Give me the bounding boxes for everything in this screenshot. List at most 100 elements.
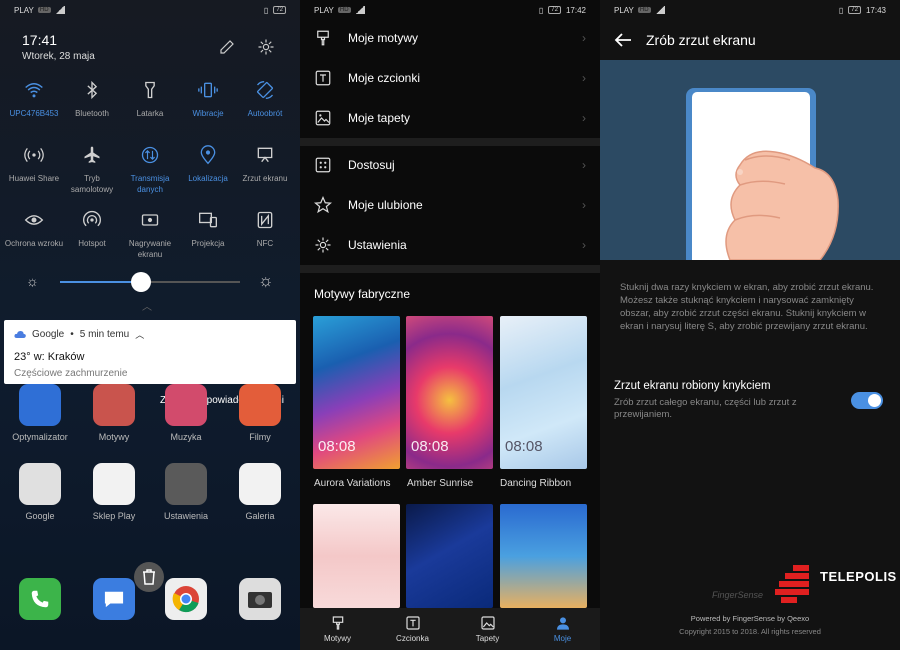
qs-tile[interactable]: Lokalizacja (178, 145, 238, 184)
status-bar: PLAY HD ▯ 72 17:43 (600, 0, 900, 20)
qs-tile[interactable]: Autoobrót (235, 80, 295, 119)
nav-fonts[interactable]: Czcionka (375, 608, 450, 650)
battery-icon: 72 (548, 6, 561, 14)
brightness-slider[interactable] (60, 272, 240, 292)
telepolis-brand: TELEPOLIS (820, 569, 897, 584)
back-arrow-icon[interactable] (614, 32, 632, 48)
qs-tile[interactable]: Latarka (120, 80, 180, 119)
projection-icon (199, 212, 217, 228)
app-shortcut[interactable]: Sklep Play (84, 463, 144, 521)
menu-my-fonts[interactable]: Moje czcionki › (300, 58, 600, 98)
qs-tile-label: Autoobrót (247, 109, 283, 118)
nav-wallpapers[interactable]: Tapety (450, 608, 525, 650)
messages-icon (93, 578, 135, 620)
app-shortcut[interactable]: Google (10, 463, 70, 521)
weather-notification[interactable]: Google • 5 min temu ︿ 23° w: Kraków Częś… (4, 320, 296, 384)
toggle-knob (868, 394, 881, 407)
status-bar: PLAY HD ▯ 72 17:42 (300, 0, 600, 20)
themes-app-panel: PLAY HD ▯ 72 17:42 Moje motywy › Moje czc… (300, 0, 600, 650)
dock-chrome[interactable] (156, 578, 216, 620)
app-shortcut[interactable]: Optymalizator (10, 384, 70, 442)
brightness-knob[interactable] (131, 272, 151, 292)
theme-thumb-amber[interactable]: 08:08 (406, 316, 493, 469)
collapse-chevron-icon[interactable]: ︿ (142, 298, 152, 313)
qs-tile[interactable]: Tryb samolotowy (62, 145, 122, 195)
theme-thumb-blue[interactable] (406, 504, 493, 608)
app-shortcut[interactable]: Galeria (230, 463, 290, 521)
qs-tile-label: UPC476B453 (9, 109, 59, 118)
font-icon (315, 70, 331, 86)
app-label: Filmy (249, 432, 271, 442)
qs-tile[interactable]: Wibracje (178, 80, 238, 119)
chevron-right-icon: › (582, 71, 586, 85)
app-shortcut[interactable]: Filmy (230, 384, 290, 442)
theme-thumb-ribbon[interactable]: 08:08 (500, 316, 587, 469)
wallpaper-icon (315, 110, 331, 126)
theme-thumb-pink[interactable] (313, 504, 400, 608)
chevron-right-icon: › (582, 111, 586, 125)
qs-tile-label: Transmisja danych (130, 174, 170, 194)
menu-customize[interactable]: Dostosuj › (300, 145, 600, 185)
qs-tile-label: Projekcja (191, 239, 225, 248)
theme-thumb-aurora[interactable]: 08:08 (313, 316, 400, 469)
theme-name: Amber Sunrise (407, 478, 474, 489)
qs-tile[interactable]: Huawei Share (4, 145, 64, 184)
theme-thumb-sky[interactable] (500, 504, 587, 608)
page-title: Zrób zrzut ekranu (646, 32, 756, 48)
option-subtitle: Zrób zrzut całego ekranu, części lub zrz… (614, 397, 797, 420)
app-shortcut[interactable]: Ustawienia (156, 463, 216, 521)
nav-themes[interactable]: Motywy (300, 608, 375, 650)
qs-tile[interactable]: Bluetooth (62, 80, 122, 119)
signal-icon (354, 6, 365, 14)
section-title: Motywy fabryczne (314, 287, 411, 301)
qs-tile[interactable]: NFC (235, 210, 295, 249)
menu-label: Moje motywy (348, 31, 419, 45)
qs-tile-label: Bluetooth (75, 109, 109, 118)
carrier-label: PLAY (14, 5, 34, 15)
menu-favorites[interactable]: Moje ulubione › (300, 185, 600, 225)
dock-phone[interactable] (10, 578, 70, 620)
nav-mine[interactable]: Moje (525, 608, 600, 650)
phone-icon (19, 578, 61, 620)
qs-tile[interactable]: Projekcja (178, 210, 238, 249)
vibrate-status-icon: ▯ (838, 5, 844, 15)
menu-my-themes[interactable]: Moje motywy › (300, 18, 600, 58)
notification-app: Google (32, 329, 65, 340)
app-shortcut[interactable]: Muzyka (156, 384, 216, 442)
qs-tile[interactable]: Nagrywanie ekranu (120, 210, 180, 260)
edit-icon[interactable] (218, 38, 236, 56)
qs-tile[interactable]: Zrzut ekranu (235, 145, 295, 184)
copyright-text: Copyright 2015 to 2018. All rights reser… (679, 627, 821, 636)
menu-label: Moje ulubione (348, 198, 423, 212)
trash-icon[interactable] (134, 562, 164, 592)
menu-label: Moje czcionki (348, 71, 421, 85)
qs-tile[interactable]: Hotspot (62, 210, 122, 249)
description-text: Stuknij dwa razy knykciem w ekran, aby z… (620, 282, 874, 332)
knuckle-screenshot-toggle[interactable] (851, 392, 883, 409)
video-icon (239, 384, 281, 426)
theme-name: Aurora Variations (314, 478, 391, 489)
brightness-low-icon: ☼ (26, 273, 39, 289)
qs-tile[interactable]: Ochrona wzroku (4, 210, 64, 249)
menu-label: Ustawienia (348, 238, 407, 252)
qs-tile[interactable]: Transmisja danych (120, 145, 180, 195)
app-shortcut[interactable]: Motywy (84, 384, 144, 442)
menu-my-wallpapers[interactable]: Moje tapety › (300, 98, 600, 138)
dock-camera[interactable] (230, 578, 290, 620)
mobile-data-icon (141, 146, 159, 164)
qs-tile-label: Lokalizacja (188, 174, 228, 183)
option-title: Zrzut ekranu robiony knykciem (614, 380, 771, 392)
brush-icon (317, 30, 329, 46)
knuckle-illustration (600, 60, 900, 260)
menu-settings[interactable]: Ustawienia › (300, 225, 600, 265)
hd-badge: HD (37, 7, 51, 13)
chevron-up-icon[interactable]: ︿ (135, 328, 144, 341)
carrier-label: PLAY (614, 5, 634, 15)
qs-tile-label: Zrzut ekranu (242, 174, 288, 183)
qs-tile[interactable]: UPC476B453 (4, 80, 64, 119)
vibration-icon (198, 82, 218, 98)
nav-label: Motywy (323, 634, 352, 643)
wifi-icon (25, 83, 43, 98)
gear-icon[interactable] (257, 38, 275, 56)
cloud-icon (14, 331, 26, 338)
